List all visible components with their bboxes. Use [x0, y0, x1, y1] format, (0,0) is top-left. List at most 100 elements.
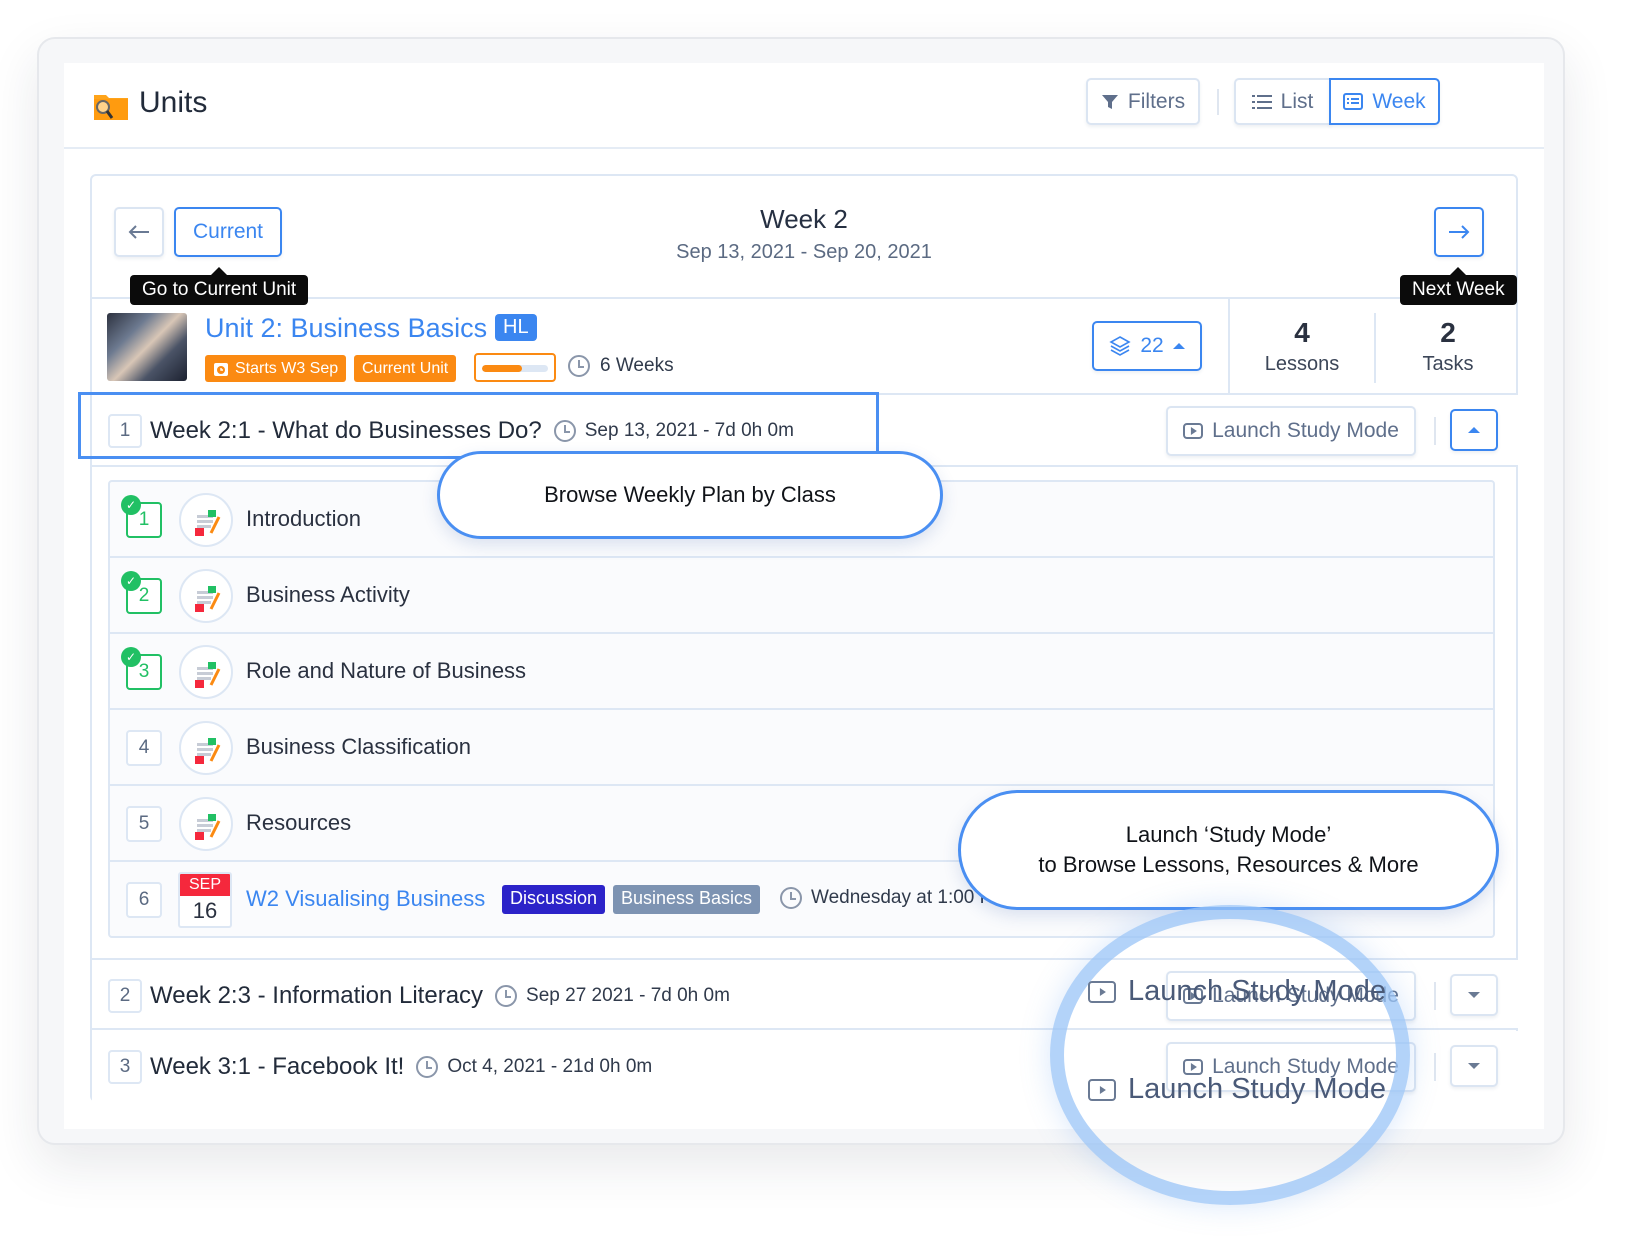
next-week-tooltip: Next Week — [1400, 267, 1517, 305]
group-date: Sep 27 2021 - 7d 0h 0m — [495, 985, 730, 1007]
unit-tag: Business Basics — [613, 885, 761, 914]
week-label: Week — [1372, 89, 1426, 113]
filters-button[interactable]: Filters — [1086, 78, 1200, 125]
expand-group-button[interactable] — [1450, 1045, 1498, 1087]
week-title: Week 2 — [760, 204, 848, 234]
tasks-count: 2 — [1440, 317, 1456, 348]
group-number: 3 — [108, 1050, 142, 1084]
group-divider — [1434, 1053, 1436, 1081]
week-view-button[interactable]: Week — [1329, 78, 1440, 125]
callout-browse-weekly: Browse Weekly Plan by Class — [437, 451, 943, 539]
stats-divider-2 — [1374, 313, 1376, 383]
layers-icon — [1109, 336, 1131, 356]
starts-tag: Starts W3 Sep — [205, 355, 347, 382]
lesson-document-icon — [179, 721, 233, 775]
item-number-text: 4 — [138, 737, 150, 758]
calendar-month: SEP — [180, 874, 230, 896]
expand-group-button[interactable] — [1450, 974, 1498, 1016]
play-icon — [1088, 1078, 1116, 1101]
discussion-tag: Discussion — [502, 885, 606, 914]
check-icon: ✓ — [121, 571, 141, 591]
launch-study-mode-button[interactable]: Launch Study Mode — [1166, 406, 1416, 456]
unit-progress — [474, 353, 556, 382]
caret-down-icon — [1468, 1063, 1480, 1069]
next-week-button[interactable] — [1434, 207, 1484, 257]
item-label[interactable]: Role and Nature of Business — [246, 658, 526, 684]
lesson-item[interactable]: ✓ 3 Role and Nature of Business — [110, 634, 1493, 710]
highlight-group-1 — [78, 392, 879, 459]
group-title-text: Week 3:1 - Facebook It! — [150, 1053, 405, 1080]
page-title: Units — [139, 86, 208, 119]
group-title: Week 2:3 - Information Literacy Sep 27 2… — [150, 982, 730, 1010]
lens-text-2: Launch Study Mode — [1128, 1073, 1386, 1105]
item-number: ✓ 1 — [121, 495, 162, 538]
item-number-text: 2 — [138, 585, 150, 606]
week-calendar-icon — [1343, 93, 1364, 110]
unit-summary-row: Unit 2: Business Basics HL Starts W3 Sep… — [92, 297, 1518, 395]
calendar-day: 16 — [192, 898, 218, 923]
callout-launch-study-mode: Launch ‘Study Mode’ to Browse Lessons, R… — [958, 790, 1499, 910]
task-title-link[interactable]: W2 Visualising Business — [246, 886, 485, 912]
starts-tag-label: Starts W3 Sep — [235, 359, 339, 377]
caret-up-icon — [1172, 343, 1185, 349]
item-number-text: 3 — [138, 661, 150, 682]
tasks-label: Tasks — [1422, 353, 1474, 375]
lesson-document-icon — [179, 569, 233, 623]
progress-track — [482, 365, 548, 372]
item-number: ✓ 3 — [121, 647, 162, 690]
item-label[interactable]: Resources — [246, 810, 351, 836]
clock-icon — [780, 887, 802, 909]
play-icon — [1088, 980, 1116, 1003]
group-divider — [1434, 417, 1436, 445]
lesson-item[interactable]: ✓ 2 Business Activity — [110, 558, 1493, 634]
item-number: 6 — [126, 882, 162, 918]
item-label[interactable]: Introduction — [246, 506, 361, 532]
item-number: 5 — [126, 806, 162, 842]
item-label[interactable]: Business Classification — [246, 734, 471, 760]
check-icon: ✓ — [121, 647, 141, 667]
list-label: List — [1280, 89, 1314, 113]
arrow-right-icon — [1449, 225, 1470, 239]
callout-launch-line2: to Browse Lessons, Resources & More — [1038, 852, 1419, 877]
week-panel: Current Go to Current Unit Week 2 Sep 13… — [90, 174, 1518, 1103]
group-date: Oct 4, 2021 - 21d 0h 0m — [416, 1056, 652, 1078]
resources-count: 22 — [1140, 334, 1164, 357]
lesson-document-icon — [179, 645, 233, 699]
item-number: ✓ 2 — [121, 571, 162, 614]
lens-launch-label-2: Launch Study Mode — [1088, 1073, 1386, 1106]
tasks-stat: 2 Tasks — [1378, 299, 1518, 395]
collapse-group-button[interactable] — [1450, 409, 1498, 451]
lesson-document-icon — [179, 493, 233, 547]
callout-browse-text: Browse Weekly Plan by Class — [544, 482, 836, 507]
group-number: 2 — [108, 979, 142, 1013]
filters-label: Filters — [1127, 89, 1186, 113]
lesson-document-icon — [179, 797, 233, 851]
lens-launch-label-1: Launch Study Mode — [1088, 975, 1386, 1008]
duration-text: 6 Weeks — [600, 355, 674, 376]
unit-title-link[interactable]: Unit 2: Business Basics — [205, 313, 487, 344]
units-app: Units Filters List Week Current Go to Cu… — [64, 63, 1544, 1129]
group-date-text: Oct 4, 2021 - 21d 0h 0m — [447, 1056, 653, 1077]
clock-icon — [495, 985, 518, 1007]
list-icon — [1251, 94, 1272, 109]
item-number-text: 5 — [138, 813, 150, 834]
unit-thumbnail — [107, 313, 187, 381]
lessons-count: 4 — [1294, 317, 1310, 348]
play-icon — [1183, 423, 1204, 439]
resources-toggle-button[interactable]: 22 — [1092, 321, 1202, 371]
page-header: Units Filters List Week — [64, 63, 1544, 149]
list-view-button[interactable]: List — [1234, 78, 1331, 125]
header-divider — [1217, 89, 1219, 115]
filter-icon — [1101, 94, 1118, 109]
caret-up-icon — [1468, 427, 1480, 433]
lessons-stat: 4 Lessons — [1232, 299, 1372, 395]
week-date-range: Sep 13, 2021 - Sep 20, 2021 — [676, 241, 932, 263]
lesson-item[interactable]: 4 Business Classification — [110, 710, 1493, 786]
stats-divider — [1228, 299, 1230, 395]
screenshot-stage: Units Filters List Week Current Go to Cu… — [0, 0, 1649, 1249]
item-label[interactable]: Business Activity — [246, 582, 410, 608]
callout-launch-line1: Launch ‘Study Mode’ — [1125, 822, 1332, 847]
item-number-text: 1 — [138, 509, 150, 530]
caret-down-icon — [1468, 992, 1480, 998]
group-date-text: Sep 27 2021 - 7d 0h 0m — [526, 985, 730, 1006]
